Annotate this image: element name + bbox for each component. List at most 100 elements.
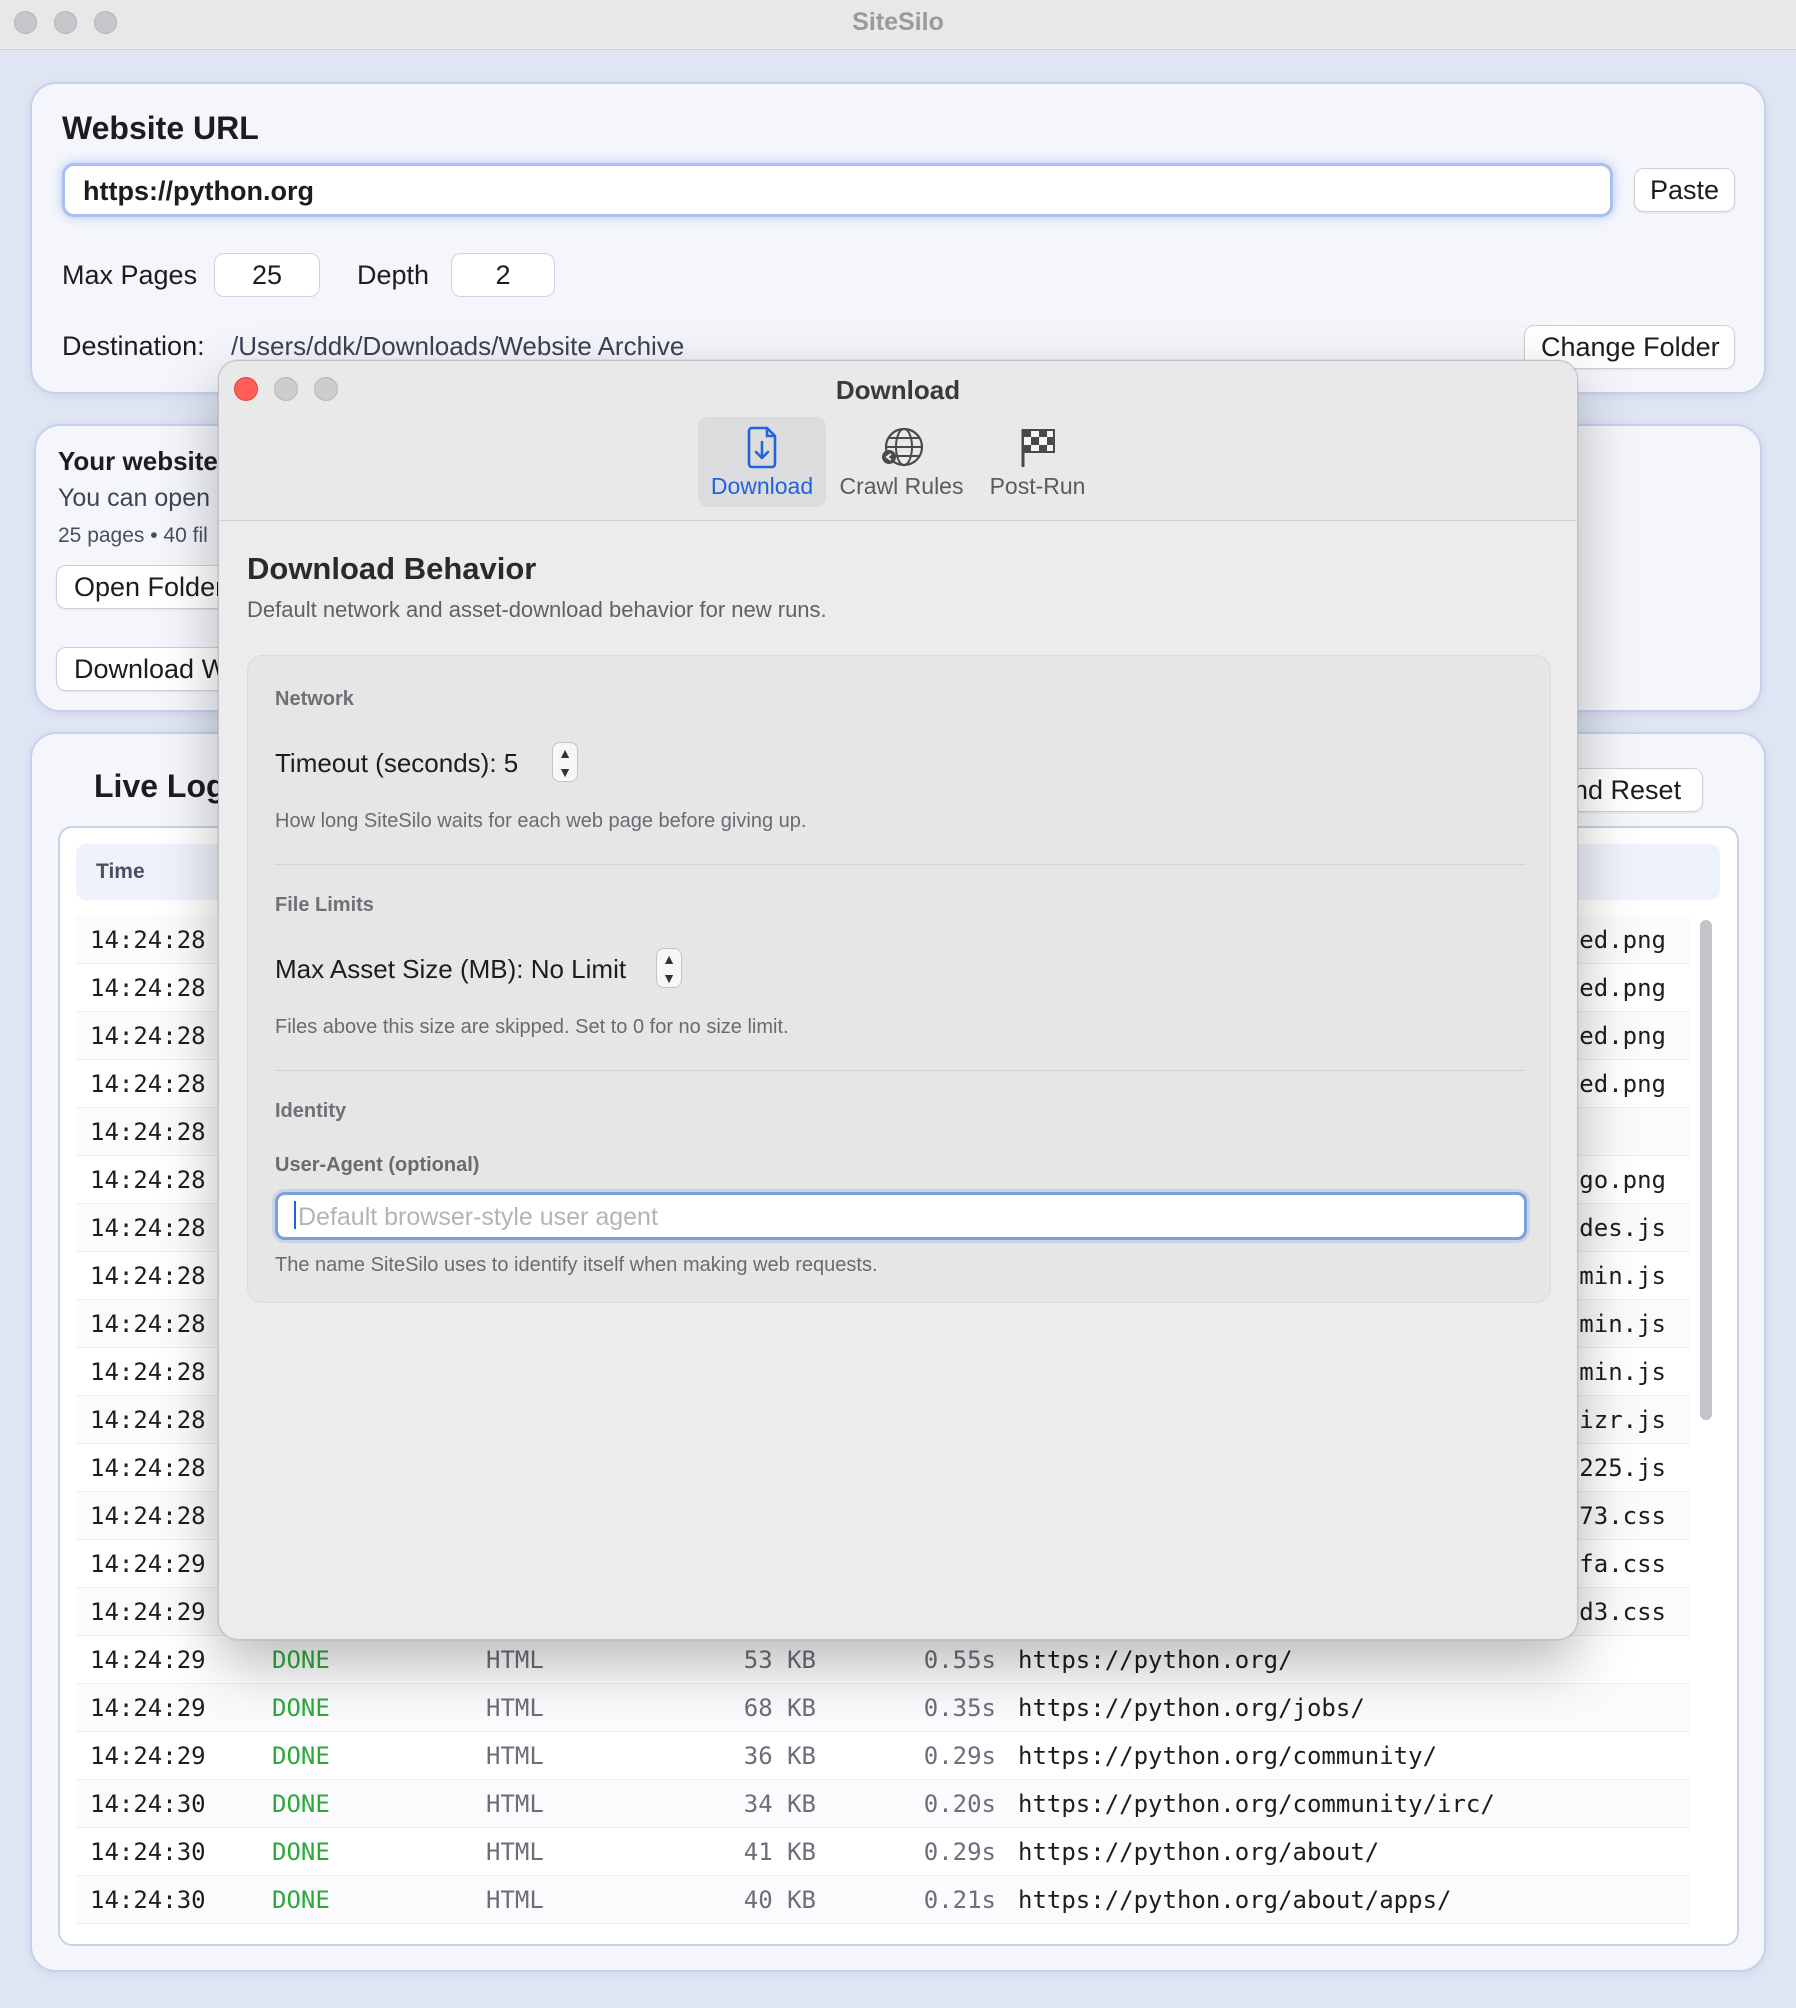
log-url-tail: ed.png	[1579, 926, 1666, 954]
tab-post-run-label: Post-Run	[989, 473, 1086, 499]
stepper-down-icon[interactable]: ▼	[657, 969, 681, 987]
log-type: HTML	[486, 1838, 544, 1866]
log-row[interactable]: 14:24:30DONEHTML41 KB0.20shttps://python…	[76, 1924, 1690, 1934]
log-size: 41 KB	[743, 1838, 816, 1866]
destination-label: Destination:	[62, 331, 205, 361]
log-time: 14:24:28	[90, 1262, 206, 1290]
max-pages-label: Max Pages	[62, 260, 198, 290]
log-url: https://python.org/community/irc/	[1018, 1790, 1495, 1818]
file-limits-heading: File Limits	[275, 894, 374, 916]
stepper-down-icon[interactable]: ▼	[553, 763, 577, 781]
timeout-label: Timeout (seconds): 5	[275, 748, 519, 778]
paste-button[interactable]: Paste	[1634, 168, 1735, 212]
user-agent-input[interactable]: Default browser-style user agent	[275, 1192, 1527, 1240]
log-time: 14:24:28	[90, 1118, 206, 1146]
text-caret	[294, 1201, 296, 1229]
log-url-tail: fa.css	[1579, 1550, 1666, 1578]
window-titlebar: SiteSilo	[0, 0, 1796, 50]
log-time: 14:24:28	[90, 1406, 206, 1434]
timeout-stepper[interactable]: ▲ ▼	[552, 742, 578, 782]
log-time: 14:24:28	[90, 1358, 206, 1386]
log-time: 14:24:28	[90, 1454, 206, 1482]
log-row[interactable]: 14:24:30 DONE HTML 34 KB 0.20s https://python…	[76, 1780, 1690, 1828]
log-time: 14:24:30	[90, 1838, 206, 1866]
log-type: HTML	[486, 1886, 544, 1914]
log-scrollbar[interactable]	[1700, 920, 1712, 1420]
panel-toolbar: Download Download Crawl Rules Post-Run	[219, 361, 1577, 521]
log-url: https://python.org/about/apps/	[1018, 1886, 1452, 1914]
log-duration: 0.29s	[923, 1838, 996, 1866]
globe-icon	[881, 427, 923, 467]
log-time: 14:24:29	[90, 1694, 206, 1722]
log-status: DONE	[272, 1694, 330, 1722]
tab-crawl-rules[interactable]: Crawl Rules	[834, 417, 969, 507]
log-url-tail: 225.js	[1579, 1454, 1666, 1482]
log-duration: 0.20s	[923, 1790, 996, 1818]
log-time: 14:24:29	[90, 1646, 206, 1674]
log-time: 14:24:28	[90, 1310, 206, 1338]
log-size: 34 KB	[743, 1790, 816, 1818]
stepper-up-icon[interactable]: ▲	[553, 744, 577, 762]
log-row[interactable]: 14:24:29 DONE HTML 68 KB 0.35s https://python…	[76, 1684, 1690, 1732]
tab-download[interactable]: Download	[698, 417, 826, 507]
log-url-tail: min.js	[1579, 1358, 1666, 1386]
download-document-icon	[747, 426, 777, 469]
section-title: Download Behavior	[247, 551, 537, 586]
identity-heading: Identity	[275, 1100, 347, 1122]
log-time: 14:24:29	[90, 1742, 206, 1770]
log-size: 68 KB	[743, 1694, 816, 1722]
log-url-tail: ed.png	[1579, 1070, 1666, 1098]
log-row[interactable]: 14:24:30 DONE HTML 40 KB 0.21s https://python…	[76, 1876, 1690, 1924]
user-agent-help: The name SiteSilo uses to identify itsel…	[275, 1254, 878, 1276]
separator	[275, 1070, 1525, 1071]
depth-label: Depth	[357, 260, 430, 290]
log-url: https://python.org/	[1018, 1646, 1293, 1674]
time-column-header[interactable]: Time	[96, 860, 145, 884]
result-heading: Your website	[58, 446, 218, 476]
log-type: HTML	[486, 1790, 544, 1818]
log-url-tail: des.js	[1579, 1214, 1666, 1242]
log-row[interactable]: 14:24:29 DONE HTML 36 KB 0.29s https://python…	[76, 1732, 1690, 1780]
log-time: 14:24:28	[90, 1214, 206, 1242]
log-time: 14:24:29	[90, 1598, 206, 1626]
log-time: 14:24:28	[90, 974, 206, 1002]
download-settings-panel: Download Download Crawl Rules Post-Run D…	[218, 360, 1578, 1640]
log-duration: 0.29s	[923, 1742, 996, 1770]
user-agent-label: User-Agent (optional)	[275, 1154, 480, 1176]
log-time: 14:24:28	[90, 926, 206, 954]
network-heading: Network	[275, 688, 354, 710]
log-url-tail: min.js	[1579, 1310, 1666, 1338]
log-row[interactable]: 14:24:29 DONE HTML 53 KB 0.55s https://python…	[76, 1636, 1690, 1684]
log-url-tail: go.png	[1579, 1166, 1666, 1194]
log-url: https://python.org/jobs/	[1018, 1694, 1365, 1722]
settings-group: Network Timeout (seconds): 5 ▲ ▼ How lon…	[247, 655, 1551, 1303]
result-description: You can open	[58, 484, 211, 512]
log-url-tail: d3.css	[1579, 1598, 1666, 1626]
section-subtitle: Default network and asset-download behav…	[247, 597, 827, 622]
log-status: DONE	[272, 1790, 330, 1818]
log-duration: 0.35s	[923, 1694, 996, 1722]
depth-field[interactable]: 2	[451, 253, 555, 297]
log-row[interactable]: 14:24:30 DONE HTML 41 KB 0.29s https://python…	[76, 1828, 1690, 1876]
max-asset-size-stepper[interactable]: ▲ ▼	[656, 948, 682, 988]
max-asset-size-help: Files above this size are skipped. Set t…	[275, 1016, 789, 1038]
log-time: 14:24:30	[90, 1886, 206, 1914]
log-type: HTML	[486, 1646, 544, 1674]
website-url-input[interactable]: https://python.org	[62, 163, 1613, 217]
log-url-tail: min.js	[1579, 1262, 1666, 1290]
stepper-up-icon[interactable]: ▲	[657, 950, 681, 968]
max-pages-field[interactable]: 25	[214, 253, 320, 297]
log-size: 53 KB	[743, 1646, 816, 1674]
result-stats: 25 pages • 40 fil	[58, 524, 208, 547]
destination-path: /Users/ddk/Downloads/Website Archive	[231, 331, 685, 361]
log-status: DONE	[272, 1742, 330, 1770]
log-type: HTML	[486, 1742, 544, 1770]
log-status: DONE	[272, 1646, 330, 1674]
log-url-tail: 73.css	[1579, 1502, 1666, 1530]
log-duration: 0.55s	[923, 1646, 996, 1674]
log-time: 14:24:29	[90, 1550, 206, 1578]
log-duration: 0.21s	[923, 1886, 996, 1914]
log-url-tail: ed.png	[1579, 974, 1666, 1002]
log-time: 14:24:28	[90, 1166, 206, 1194]
tab-post-run[interactable]: Post-Run	[977, 417, 1098, 507]
